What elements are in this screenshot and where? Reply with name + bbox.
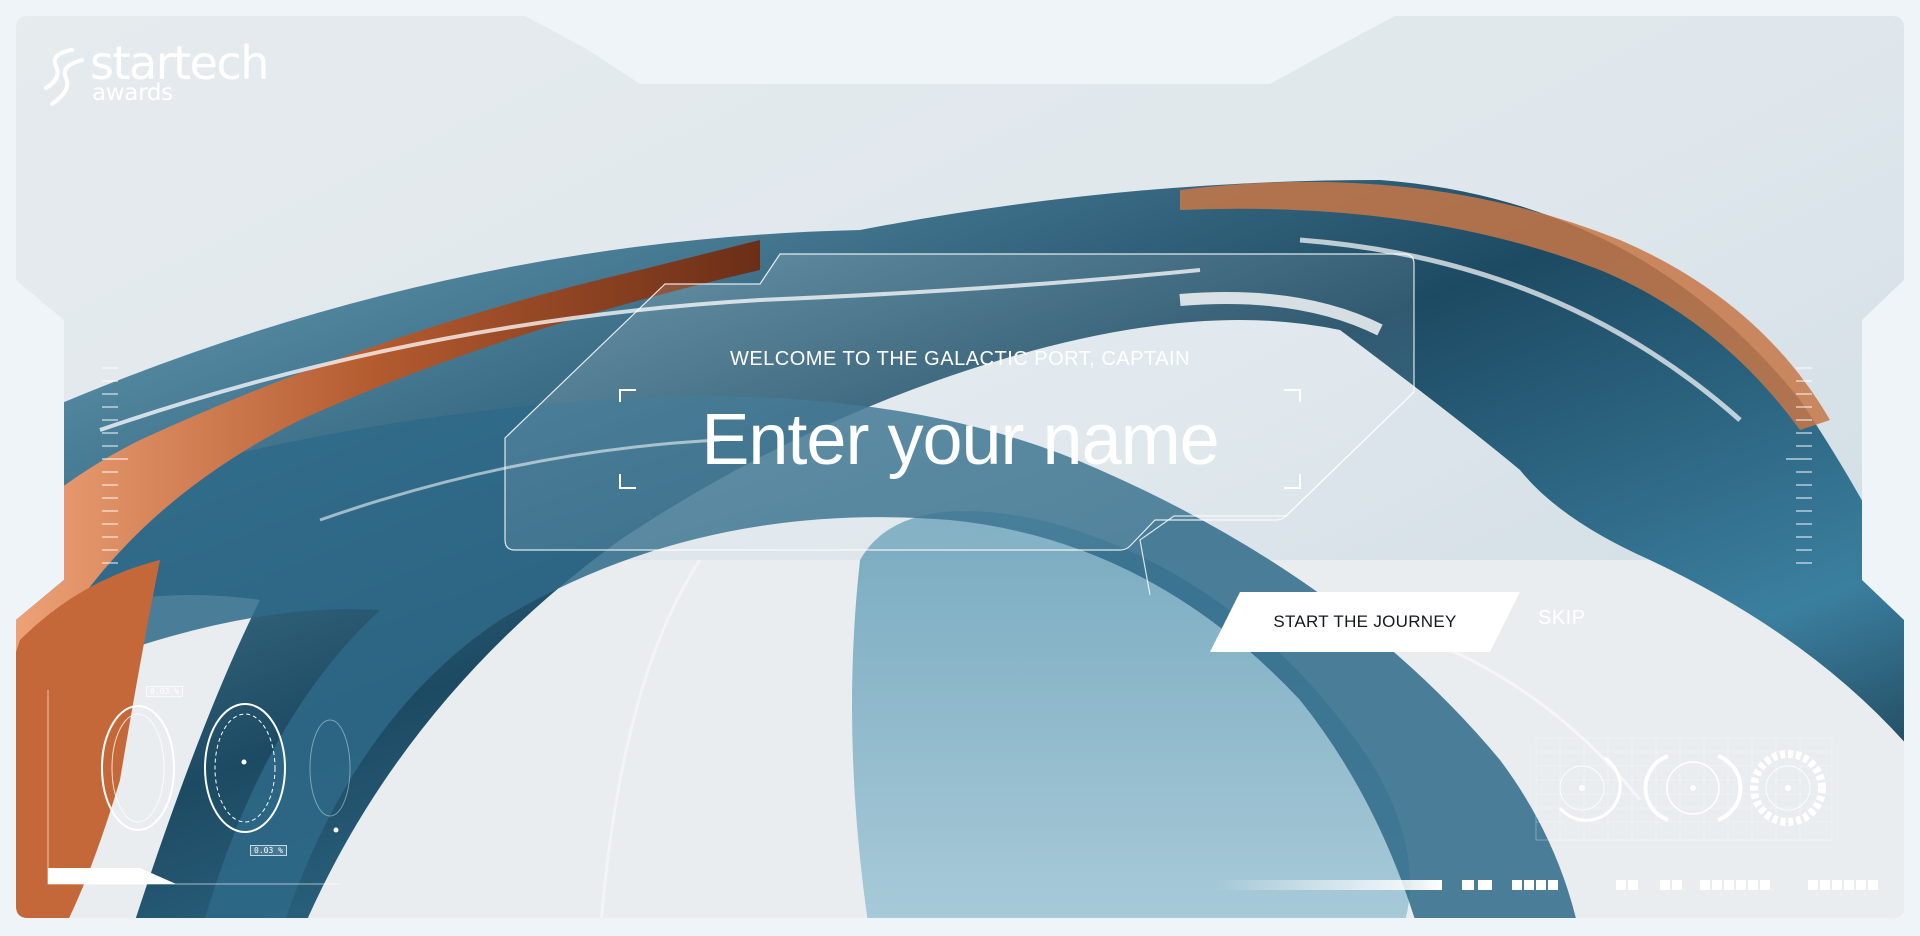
- loading-progress-bar: [1210, 880, 1442, 890]
- captain-name-input[interactable]: [630, 395, 1290, 485]
- start-journey-label: START THE JOURNEY: [1273, 612, 1457, 631]
- loading-progress-fill: [1212, 880, 1442, 890]
- logo-swoosh-icon: [44, 48, 84, 106]
- skip-button[interactable]: SKIP: [1538, 607, 1586, 630]
- welcome-heading: WELCOME TO THE GALACTIC PORT, CAPTAIN: [729, 348, 1191, 370]
- startech-awards-logo[interactable]: startech awards: [42, 40, 292, 120]
- left-gauge-bottom-label: 0.03 %: [250, 845, 287, 856]
- logo-subtitle: awards: [92, 80, 173, 106]
- left-gauge-top-label: 0.03 %: [146, 686, 183, 697]
- start-journey-button[interactable]: START THE JOURNEY: [1210, 592, 1520, 652]
- segment-indicators: [1462, 880, 1878, 890]
